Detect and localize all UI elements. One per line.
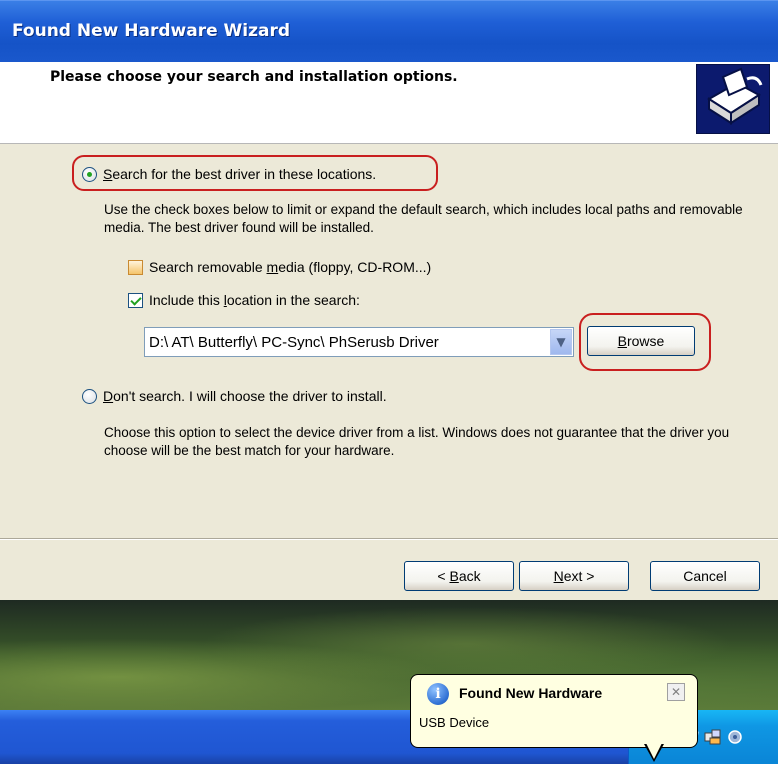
balloon-text: USB Device — [419, 715, 490, 730]
close-icon[interactable]: ✕ — [667, 683, 685, 701]
wizard-hardware-icon — [696, 64, 770, 134]
dont-search-label: Don't search. I will choose the driver t… — [103, 388, 387, 404]
devices-icon[interactable] — [704, 728, 722, 746]
include-location-checkbox[interactable]: Include this location in the search: — [128, 292, 360, 308]
button-divider — [0, 538, 778, 540]
title-bar: Found New Hardware Wizard — [0, 0, 778, 62]
removable-media-checkbox[interactable]: Search removable media (floppy, CD-ROM..… — [128, 259, 431, 275]
combo-arrow-icon[interactable]: ▼ — [550, 329, 572, 355]
dont-search-radio[interactable]: Don't search. I will choose the driver t… — [82, 388, 387, 404]
page-heading: Please choose your search and installati… — [50, 69, 458, 85]
search-locations-highlight — [72, 155, 438, 191]
back-button[interactable]: < Back — [404, 561, 514, 591]
window-title: Found New Hardware Wizard — [12, 21, 291, 41]
checkbox-checked-icon[interactable] — [128, 292, 143, 308]
radio-unselected-icon[interactable] — [82, 388, 97, 404]
notification-balloon[interactable]: i Found New Hardware ✕ USB Device — [410, 674, 698, 748]
search-description: Use the check boxes below to limit or ex… — [104, 202, 743, 235]
checkbox-unchecked-icon[interactable] — [128, 259, 143, 275]
location-path-combobox[interactable]: D:\ AT\ Butterfly\ PC-Sync\ PhSerusb Dri… — [144, 327, 574, 357]
info-icon: i — [427, 683, 449, 705]
next-button[interactable]: Next > — [519, 561, 629, 591]
include-location-label: Include this location in the search: — [149, 292, 360, 308]
cancel-button[interactable]: Cancel — [650, 561, 760, 591]
dont-search-description: Choose this option to select the device … — [104, 425, 730, 458]
removable-media-label: Search removable media (floppy, CD-ROM..… — [149, 259, 432, 275]
balloon-title: Found New Hardware — [459, 685, 603, 701]
wizard-header: Please choose your search and installati… — [0, 62, 778, 144]
settings-icon[interactable] — [726, 728, 744, 746]
balloon-tail-fill — [646, 743, 662, 759]
browse-highlight — [579, 313, 711, 371]
location-path-value[interactable]: D:\ AT\ Butterfly\ PC-Sync\ PhSerusb Dri… — [145, 334, 550, 351]
